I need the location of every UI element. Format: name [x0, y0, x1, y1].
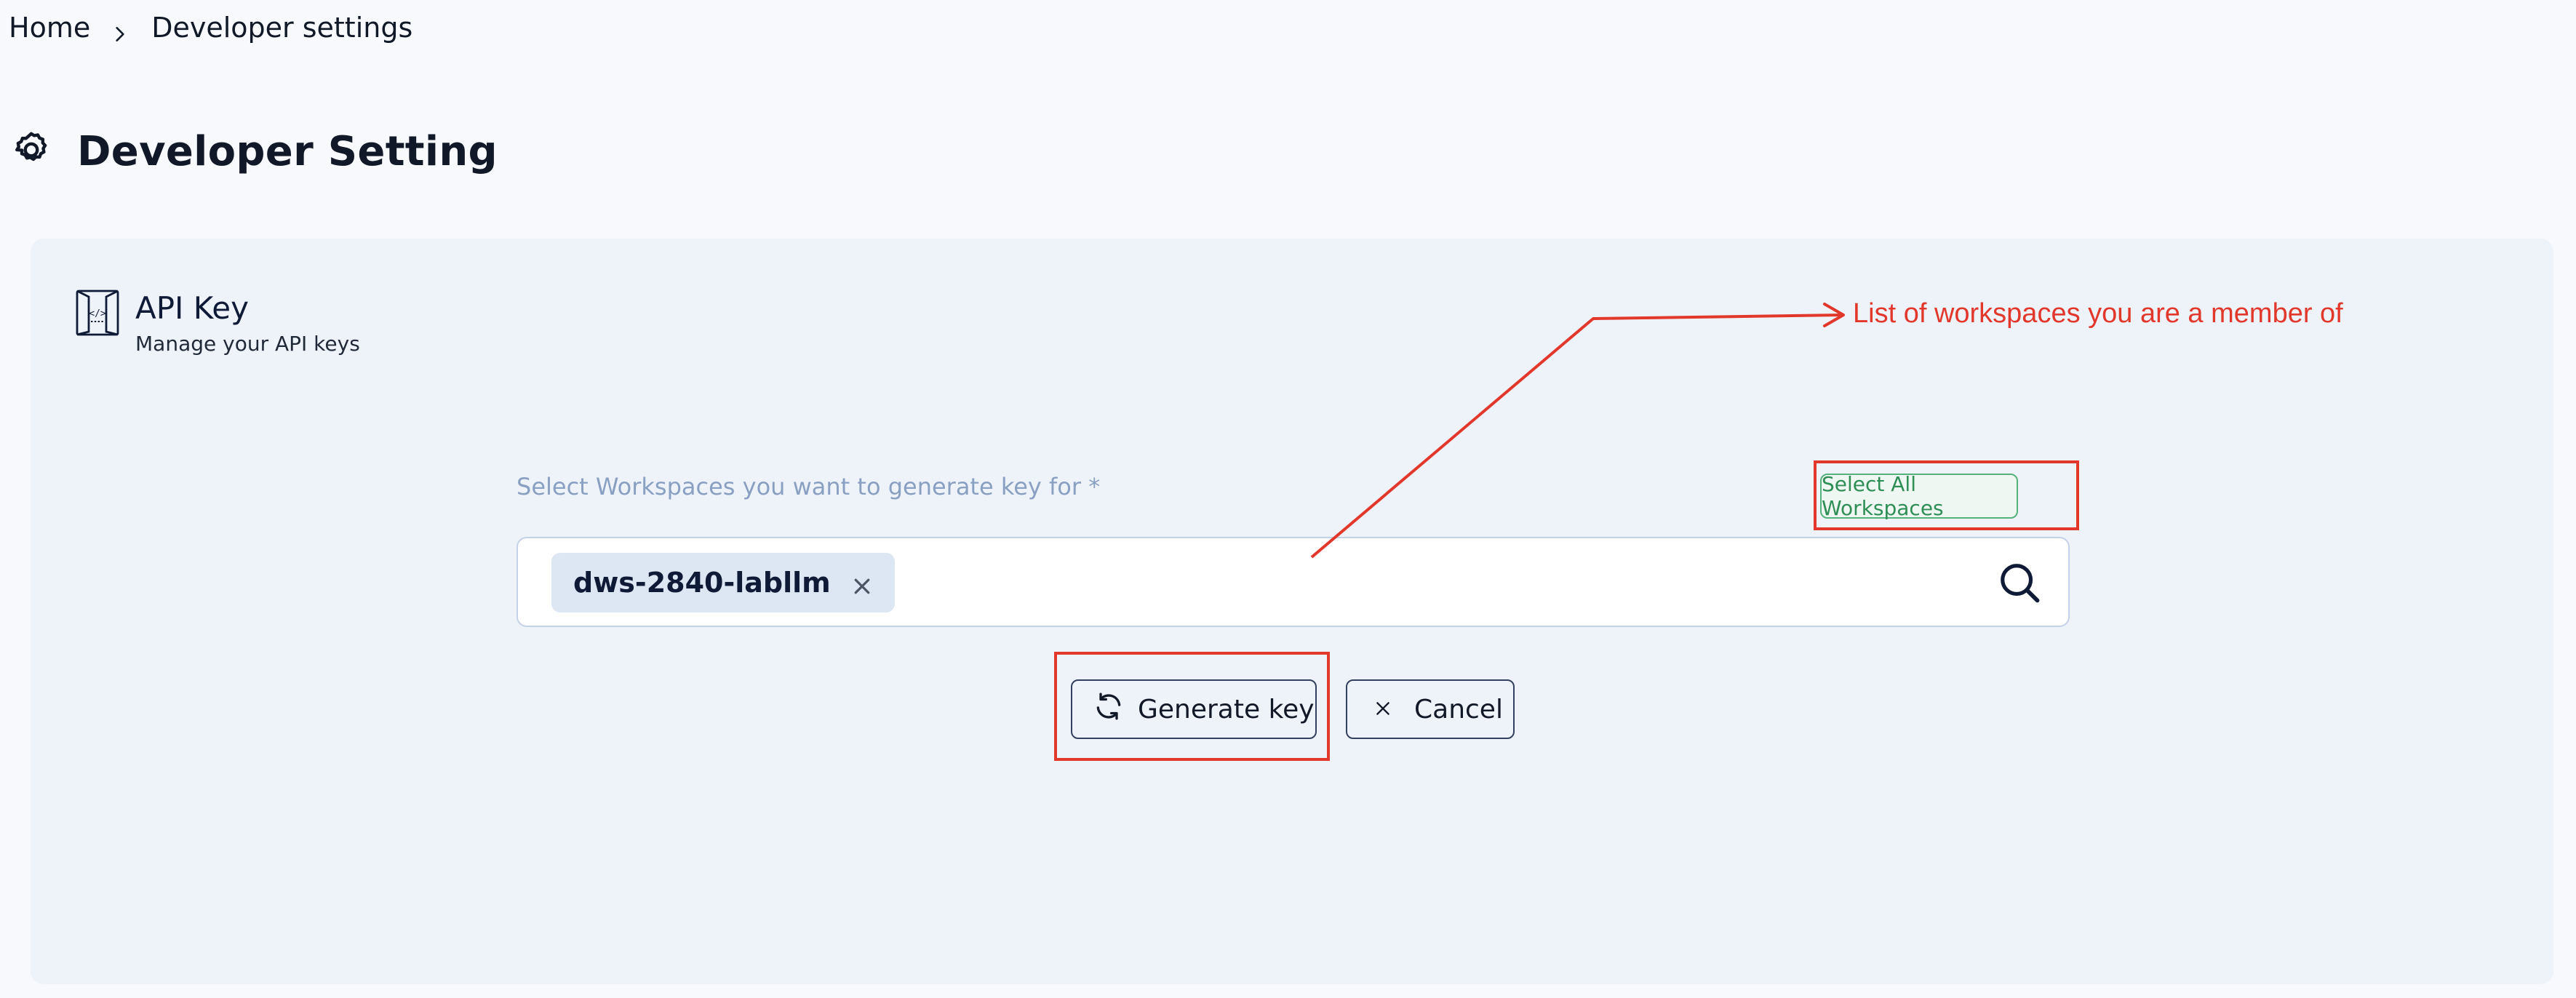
search-icon[interactable]: [1997, 560, 2042, 605]
api-key-header: </> API Key Manage your API keys: [73, 288, 360, 356]
annotation-text: List of workspaces you are a member of: [1853, 298, 2343, 329]
annotation-highlight-select-all: [1814, 460, 2079, 530]
workspace-multiselect-input[interactable]: dws-2840-labllm: [517, 537, 2070, 627]
api-door-icon: </>: [73, 288, 122, 356]
page-heading: Developer Setting: [10, 122, 498, 180]
annotation-highlight-generate-key: [1054, 652, 1330, 761]
cancel-label: Cancel: [1414, 694, 1503, 724]
breadcrumb-current: Developer settings: [151, 12, 413, 44]
workspace-chip: dws-2840-labllm: [551, 553, 895, 612]
close-icon: [1373, 695, 1414, 724]
api-key-subtitle: Manage your API keys: [135, 332, 360, 356]
workspaces-field-label: Select Workspaces you want to generate k…: [517, 473, 1101, 500]
remove-chip-icon[interactable]: [851, 572, 873, 594]
gear-icon: [10, 129, 52, 174]
api-key-title: API Key: [135, 290, 249, 326]
svg-text:</>: </>: [89, 308, 106, 319]
page-title: Developer Setting: [77, 127, 498, 175]
cancel-button[interactable]: Cancel: [1346, 679, 1515, 739]
workspace-chip-label: dws-2840-labllm: [573, 567, 831, 599]
chevron-right-icon: [111, 18, 129, 41]
breadcrumb: Home Developer settings: [9, 6, 412, 49]
breadcrumb-home-link[interactable]: Home: [9, 12, 90, 44]
